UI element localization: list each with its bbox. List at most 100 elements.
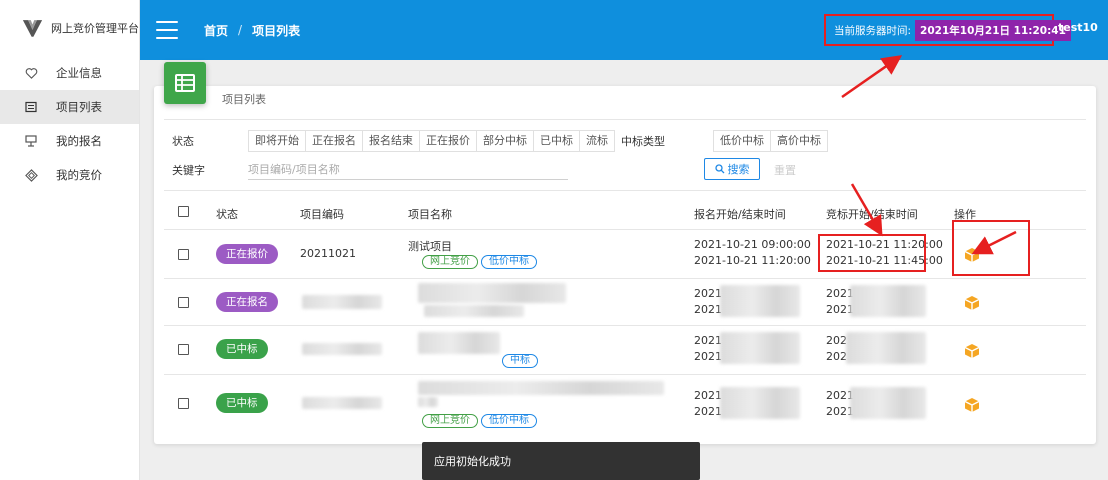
project-tags: 中标 xyxy=(502,353,541,368)
brand: 网上竞价管理平台 xyxy=(0,0,139,56)
table-icon xyxy=(164,62,206,104)
redacted-code xyxy=(302,295,382,309)
sidebar-item-label: 我的报名 xyxy=(56,134,102,148)
tag-online-bid: 网上竞价 xyxy=(422,255,478,269)
bid-start-time: 202 xyxy=(826,334,847,347)
win-type-option-low[interactable]: 低价中标 xyxy=(714,131,771,151)
project-name[interactable]: 测试项目 xyxy=(408,238,452,254)
sidebar-item-my-bids[interactable]: 我的竞价 xyxy=(0,158,139,192)
breadcrumb-home[interactable]: 首页 xyxy=(204,22,228,39)
bid-start-time: 2021-10-21 11:20:00 xyxy=(826,238,943,251)
username[interactable]: test10 xyxy=(1058,21,1098,34)
status-badge: 正在报名 xyxy=(216,292,278,312)
sidebar-item-label: 我的竞价 xyxy=(56,168,102,182)
redacted-bid-time xyxy=(846,332,926,364)
list-icon xyxy=(24,100,38,114)
status-option-failed[interactable]: 流标 xyxy=(580,131,614,151)
status-filter-group: 即将开始 正在报名 报名结束 正在报价 部分中标 已中标 流标 xyxy=(248,130,615,152)
sidebar: 网上竞价管理平台 企业信息 项目列表 我的报名 我的竞价 xyxy=(0,0,140,480)
column-header-name[interactable]: 项目名称 xyxy=(408,206,452,222)
status-option-bidding[interactable]: 正在报价 xyxy=(420,131,477,151)
column-header-code[interactable]: 项目编码 xyxy=(300,206,344,222)
top-header: 首页 / 项目列表 当前服务器时间: 2021年10月21日 11:20:41 … xyxy=(140,0,1108,60)
breadcrumb: 首页 / 项目列表 xyxy=(204,22,300,39)
redacted-signup-time xyxy=(720,332,800,364)
table-row: 已中标 网上竞价 低价中标 2021 2021 2021 2021 xyxy=(154,375,1096,435)
signup-start-time: 2021 xyxy=(694,389,722,402)
diamond-icon xyxy=(24,168,38,182)
select-all-checkbox[interactable] xyxy=(178,206,189,217)
redacted-bid-time xyxy=(850,387,926,419)
redacted-signup-time xyxy=(720,387,800,419)
redacted-name xyxy=(418,397,438,407)
redacted-name xyxy=(418,381,664,395)
redacted-name xyxy=(418,332,500,354)
status-option-registration-ended[interactable]: 报名结束 xyxy=(363,131,420,151)
row-checkbox[interactable] xyxy=(178,297,189,308)
keyword-input[interactable] xyxy=(248,160,568,180)
server-time-value: 2021年10月21日 11:20:41 xyxy=(915,19,1071,41)
signup-start-time: 2021 xyxy=(694,334,722,347)
bid-action-icon[interactable] xyxy=(964,397,980,413)
breadcrumb-current: 项目列表 xyxy=(252,23,301,38)
redacted-name xyxy=(418,283,566,303)
bid-action-icon[interactable] xyxy=(964,247,980,263)
toast-message: 应用初始化成功 xyxy=(434,455,511,468)
tag-partial: 中标 xyxy=(502,354,538,368)
app-name: 网上竞价管理平台 xyxy=(51,22,139,35)
redacted-bid-time xyxy=(850,285,926,317)
status-filter-label: 状态 xyxy=(172,135,194,148)
win-type-label: 中标类型 xyxy=(621,135,665,148)
sidebar-item-company-info[interactable]: 企业信息 xyxy=(0,56,139,90)
bid-action-icon[interactable] xyxy=(964,343,980,359)
keyword-filter-row: 关键字 xyxy=(172,160,568,180)
divider xyxy=(164,119,1086,120)
project-list-card: 项目列表 状态 即将开始 正在报名 报名结束 正在报价 部分中标 已中标 流标 … xyxy=(154,62,1096,444)
win-type-option-high[interactable]: 高价中标 xyxy=(771,131,827,151)
status-option-registering[interactable]: 正在报名 xyxy=(306,131,363,151)
keyword-label: 关键字 xyxy=(172,164,205,177)
search-button[interactable]: 搜索 xyxy=(704,158,760,180)
redacted-signup-time xyxy=(720,285,800,317)
signup-end-time: 2021 xyxy=(694,350,722,363)
status-option-won[interactable]: 已中标 xyxy=(534,131,580,151)
win-type-filter-group: 低价中标 高价中标 xyxy=(713,130,828,152)
bid-action-icon[interactable] xyxy=(964,295,980,311)
reset-button[interactable]: 重置 xyxy=(774,162,796,178)
toast-notification: 应用初始化成功 xyxy=(422,442,700,480)
logo-icon xyxy=(22,20,43,37)
row-checkbox[interactable] xyxy=(178,249,189,260)
project-code: 20211021 xyxy=(300,247,356,260)
column-header-signup-time[interactable]: 报名开始/结束时间 xyxy=(694,206,786,222)
server-time-label: 当前服务器时间: xyxy=(834,24,912,37)
project-tags: 网上竞价 低价中标 xyxy=(422,413,540,428)
signup-end-time: 2021-10-21 11:20:00 xyxy=(694,254,811,267)
search-button-label: 搜索 xyxy=(727,163,750,176)
row-checkbox[interactable] xyxy=(178,398,189,409)
column-header-status[interactable]: 状态 xyxy=(216,206,238,222)
status-option-upcoming[interactable]: 即将开始 xyxy=(249,131,306,151)
row-checkbox[interactable] xyxy=(178,344,189,355)
bid-end-time: 202 xyxy=(826,350,847,363)
signup-end-time: 2021 xyxy=(694,303,722,316)
project-tags: 网上竞价 低价中标 xyxy=(422,254,540,269)
column-header-actions: 操作 xyxy=(954,208,976,221)
signup-start-time: 2021-10-21 09:00:00 xyxy=(694,238,811,251)
status-option-partial-won[interactable]: 部分中标 xyxy=(477,131,534,151)
status-badge: 正在报价 xyxy=(216,244,278,264)
sidebar-item-my-registration[interactable]: 我的报名 xyxy=(0,124,139,158)
search-icon xyxy=(714,164,724,174)
sidebar-item-label: 项目列表 xyxy=(56,100,102,114)
card-title: 项目列表 xyxy=(222,93,266,106)
signup-start-time: 2021 xyxy=(694,287,722,300)
redacted-code xyxy=(302,397,382,409)
tag-online-bid: 网上竞价 xyxy=(422,414,478,428)
sidebar-item-project-list[interactable]: 项目列表 xyxy=(0,90,139,124)
menu-toggle-icon[interactable] xyxy=(156,21,178,39)
table-row: 正在报名 2021 2021 2021 2021 xyxy=(154,279,1096,325)
status-badge: 已中标 xyxy=(216,339,268,359)
bid-end-time: 2021-10-21 11:45:00 xyxy=(826,254,943,267)
breadcrumb-separator: / xyxy=(238,23,243,37)
redacted-tags xyxy=(424,305,524,317)
column-header-bid-time[interactable]: 竞标开始/结束时间 xyxy=(826,206,918,222)
